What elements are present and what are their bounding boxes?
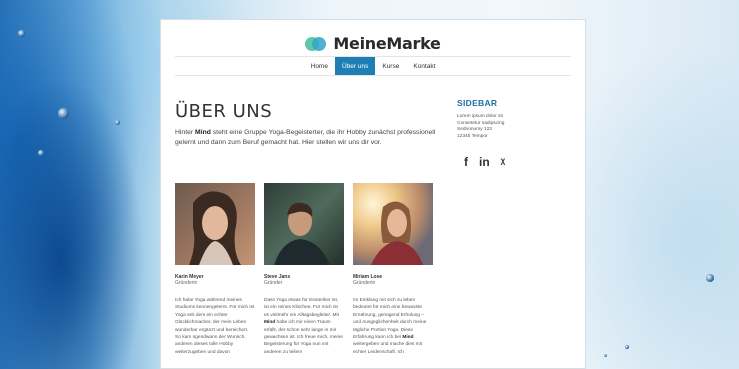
team-photo-miriam <box>353 183 433 265</box>
water-drop <box>38 150 44 156</box>
linkedin-icon[interactable]: in <box>479 155 490 169</box>
team-member-role: Gründerin <box>175 280 198 286</box>
water-drop <box>604 354 607 357</box>
social-links: f in ᵡ <box>457 155 572 169</box>
bio-text-start: Dass Yoga etwas für Esoteriker ist, ist … <box>264 298 339 318</box>
water-drop <box>115 120 120 125</box>
intro-text-start: Hinter <box>175 129 196 136</box>
water-drop <box>18 30 25 37</box>
sidebar-title: SIDEBAR <box>457 98 498 108</box>
page-title: ÜBER UNS <box>175 101 273 122</box>
water-drop <box>706 274 714 282</box>
team-member-bio: Dass Yoga etwas für Esoteriker ist, ist … <box>264 297 344 356</box>
team-member-bio: Ich habe Yoga während meines Studiums ke… <box>175 298 255 355</box>
sidebar-address: Lorem ipsum dolor sit Consetetur sadipsc… <box>457 114 572 140</box>
xing-icon[interactable]: ᵡ <box>501 155 506 169</box>
nav-divider <box>175 75 571 76</box>
team-member-card: Karin Meyer Gründerin Ich habe Yoga währ… <box>175 183 255 356</box>
bio-text-start: Im Einklang mit sich zu leben bedeutet f… <box>353 298 427 341</box>
team-member-card: Steve Jans Gründer Dass Yoga etwas für E… <box>264 183 344 356</box>
bio-brand-bold: Mind <box>402 335 414 341</box>
website-page: MeineMarke Home Über uns Kurse Kontakt Ü… <box>160 19 586 369</box>
team-member-bio: Im Einklang mit sich zu leben bedeutet f… <box>353 297 433 356</box>
team-grid: Karin Meyer Gründerin Ich habe Yoga währ… <box>175 183 433 356</box>
sidebar: SIDEBAR Lorem ipsum dolor sit Consetetur… <box>457 98 572 169</box>
logo-icon <box>305 36 327 51</box>
team-photo-steve <box>264 183 344 265</box>
sidebar-line: Lorem ipsum dolor sit <box>457 114 503 119</box>
sidebar-line: 12345 Tempor <box>457 133 488 139</box>
intro-text-end: steht eine Gruppe Yoga-Begeisterter, die… <box>175 129 436 146</box>
intro-text: Hinter Mind steht eine Gruppe Yoga-Begei… <box>175 128 445 148</box>
nav-item-kurse[interactable]: Kurse <box>375 57 406 76</box>
bio-brand-bold: Mind <box>264 320 276 326</box>
brand-name: MeineMarke <box>333 34 441 53</box>
main-navigation: Home Über uns Kurse Kontakt <box>161 57 585 76</box>
nav-item-ueber-uns[interactable]: Über uns <box>334 57 376 76</box>
intro-brand-bold: Mind <box>195 129 211 136</box>
team-member-card: Miriam Lose Gründerin Im Einklang mit si… <box>353 183 433 356</box>
bio-text-end: weitergeben und mache dies mit echter Le… <box>353 342 423 355</box>
nav-item-kontakt[interactable]: Kontakt <box>406 57 442 76</box>
team-photo-karin <box>175 183 255 265</box>
team-member-role: Gründer <box>264 280 283 286</box>
brand-logo[interactable]: MeineMarke <box>161 34 585 53</box>
nav-item-home[interactable]: Home <box>304 57 335 76</box>
facebook-icon[interactable]: f <box>464 155 468 169</box>
team-member-role: Gründerin <box>353 280 376 286</box>
water-drop <box>58 108 69 119</box>
sidebar-line: Sednonumy 123 <box>457 127 492 133</box>
water-drop <box>625 345 629 349</box>
bio-text-end: habe ich mir einen Traum erfüllt, der sc… <box>264 320 343 355</box>
